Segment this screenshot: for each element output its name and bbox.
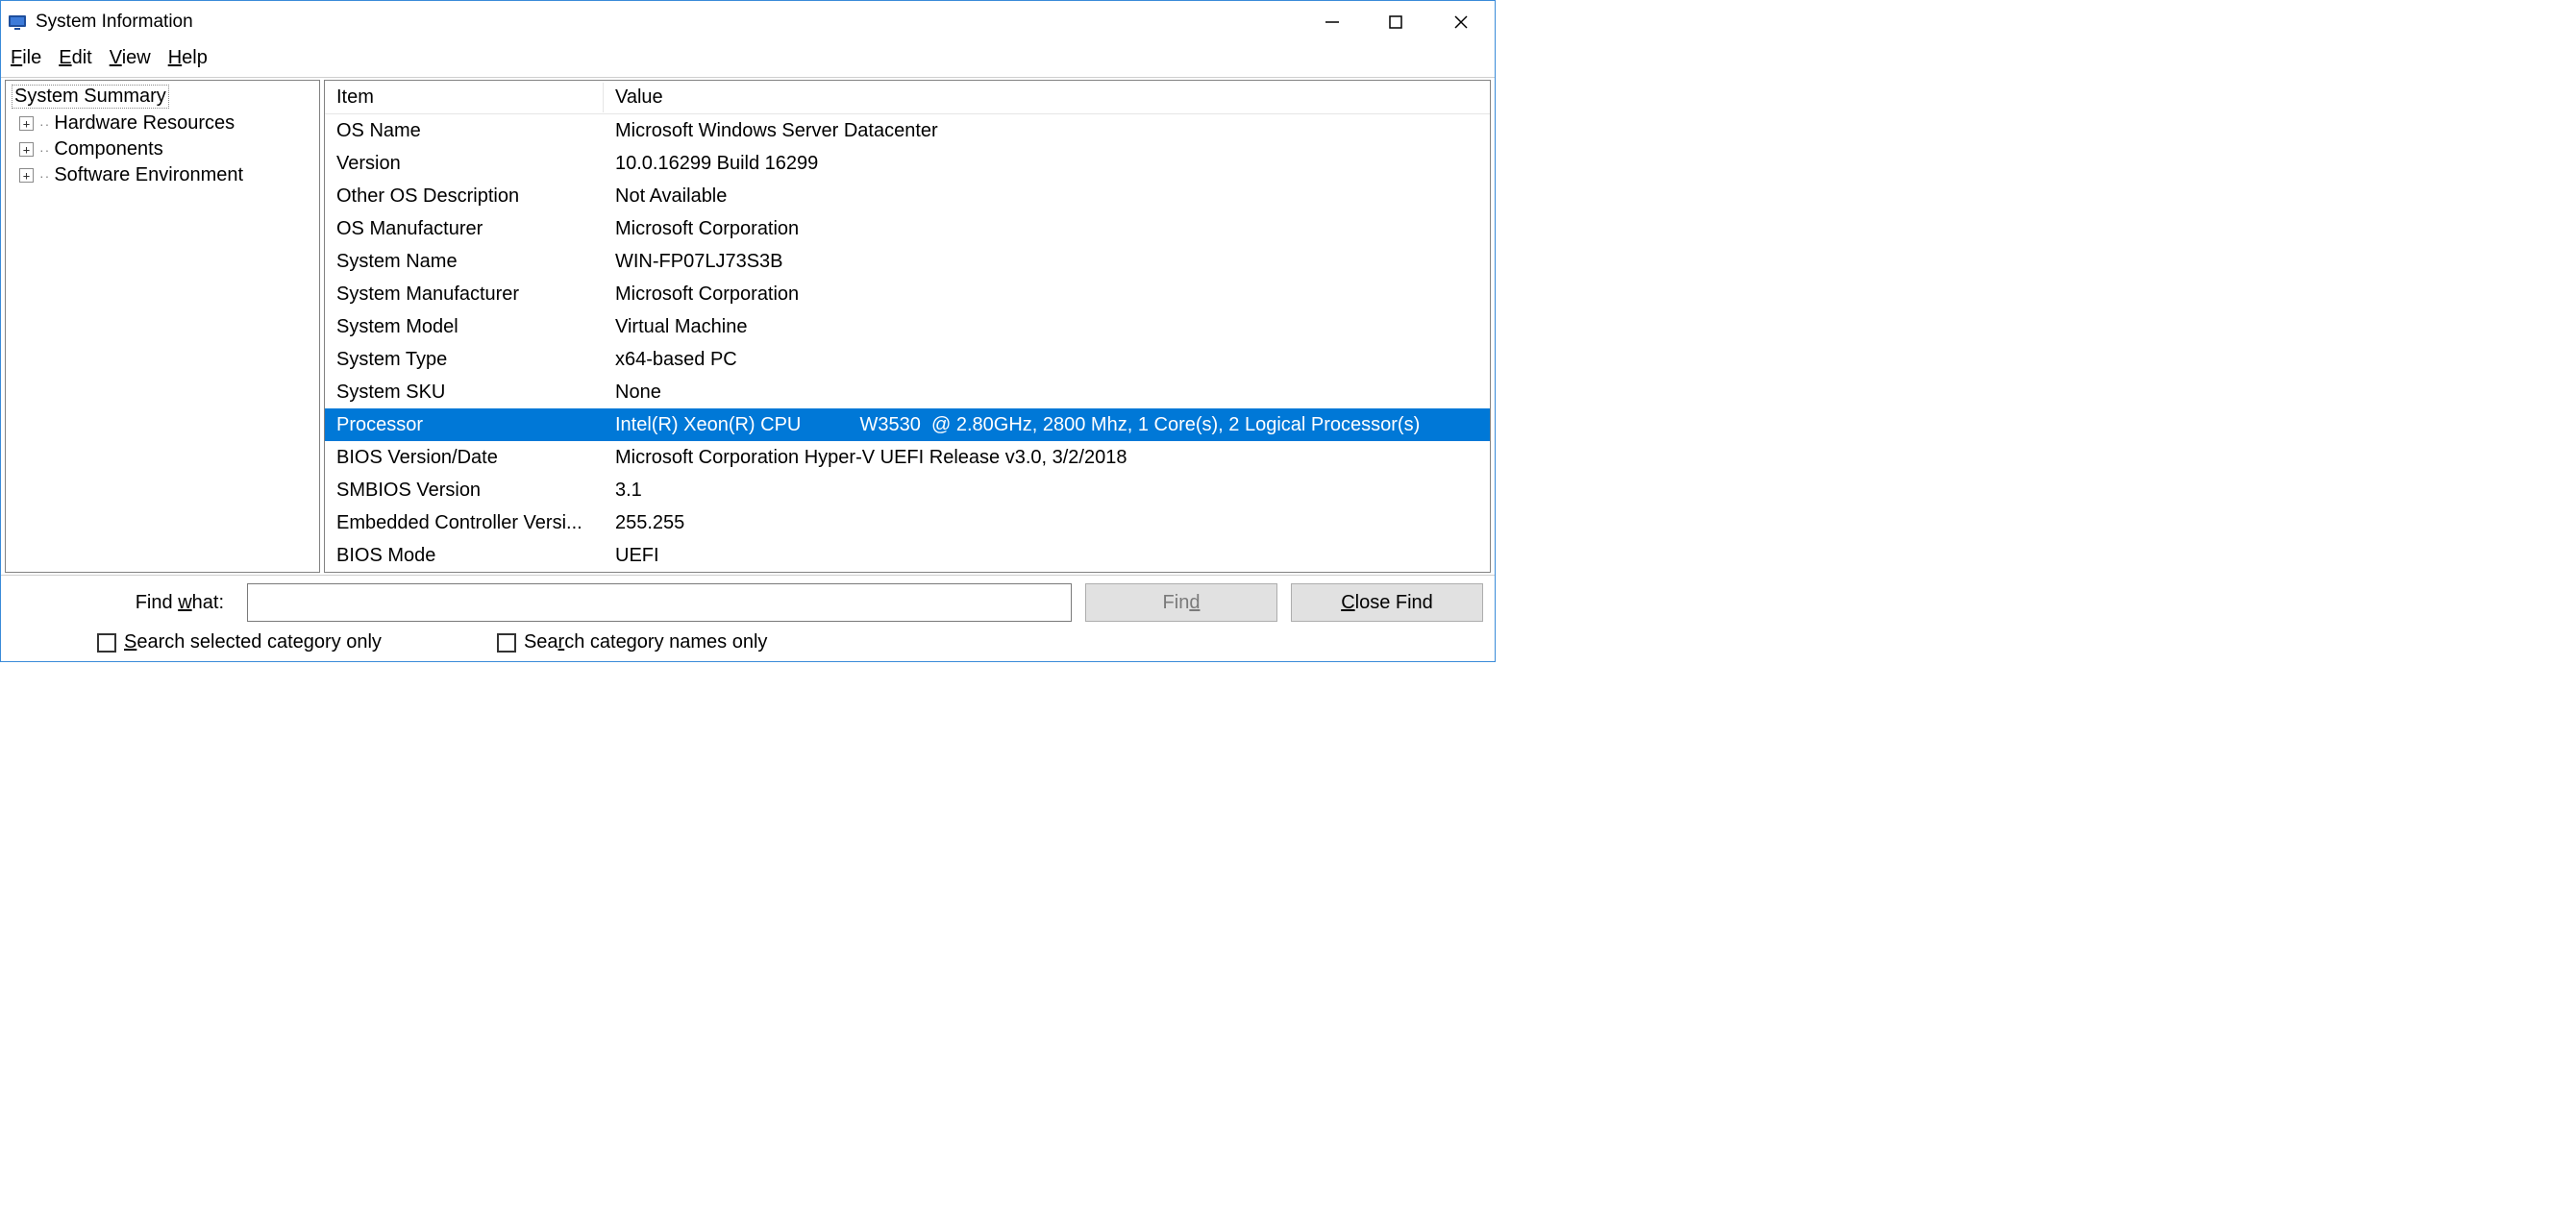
column-header-item[interactable]: Item <box>325 83 604 112</box>
window-controls <box>1300 1 1495 43</box>
menu-file[interactable]: File <box>11 47 41 69</box>
cell-item: System Model <box>325 316 604 338</box>
system-information-window: System Information File Edit View Help <box>0 0 1496 662</box>
cell-item: System Type <box>325 349 604 371</box>
cell-item: SMBIOS Version <box>325 480 604 502</box>
tree-root[interactable]: System Summary +··Hardware Resources+··C… <box>6 83 319 190</box>
menu-help-rest: elp <box>182 47 208 68</box>
find-label: Find what: <box>12 592 234 614</box>
cell-item: System SKU <box>325 382 604 404</box>
cell-item: Embedded Controller Versi... <box>325 512 604 534</box>
menu-file-rest: ile <box>22 47 41 68</box>
cell-value: Microsoft Corporation <box>604 218 1490 240</box>
tree-root-label: System Summary <box>12 85 169 109</box>
list-row[interactable]: Embedded Controller Versi...255.255 <box>325 506 1490 539</box>
menu-help[interactable]: Help <box>168 47 208 69</box>
list-row[interactable]: ProcessorIntel(R) Xeon(R) CPU W3530 @ 2.… <box>325 408 1490 441</box>
cell-value: None <box>604 382 1490 404</box>
cell-value: WIN-FP07LJ73S3B <box>604 251 1490 273</box>
list-body[interactable]: OS NameMicrosoft Windows Server Datacent… <box>325 114 1490 572</box>
menu-edit-rest: dit <box>72 47 92 68</box>
category-tree[interactable]: System Summary +··Hardware Resources+··C… <box>5 80 320 573</box>
cell-value: Not Available <box>604 185 1490 208</box>
list-row[interactable]: System ModelVirtual Machine <box>325 310 1490 343</box>
cell-item: System Name <box>325 251 604 273</box>
cell-value: 3.1 <box>604 480 1490 502</box>
menu-edit[interactable]: Edit <box>59 47 91 69</box>
list-row[interactable]: BIOS Version/DateMicrosoft Corporation H… <box>325 441 1490 474</box>
cell-value: Microsoft Corporation Hyper-V UEFI Relea… <box>604 447 1490 469</box>
cell-value: Microsoft Windows Server Datacenter <box>604 120 1490 142</box>
close-find-button[interactable]: Close Find <box>1291 583 1483 622</box>
tree-connector: ·· <box>39 168 50 184</box>
cell-value: 255.255 <box>604 512 1490 534</box>
search-names-checkbox[interactable]: Search category names only <box>497 631 768 653</box>
cell-item: Version <box>325 153 604 175</box>
search-selected-checkbox[interactable]: Search selected category only <box>97 631 382 653</box>
find-bar: Find what: Find Close Find Search select… <box>1 575 1495 661</box>
app-icon <box>7 12 28 33</box>
tree-node-label: Hardware Resources <box>54 112 235 135</box>
list-row[interactable]: SMBIOS Version3.1 <box>325 474 1490 506</box>
maximize-button[interactable] <box>1364 1 1427 43</box>
minimize-button[interactable] <box>1300 1 1364 43</box>
find-row: Find what: Find Close Find <box>12 583 1483 622</box>
list-row[interactable]: OS NameMicrosoft Windows Server Datacent… <box>325 114 1490 147</box>
expander-icon[interactable]: + <box>19 168 34 183</box>
tree-connector: ·· <box>39 142 50 158</box>
checkbox-icon <box>497 633 516 653</box>
find-button[interactable]: Find <box>1085 583 1277 622</box>
list-row[interactable]: BIOS ModeUEFI <box>325 539 1490 572</box>
tree-node[interactable]: + ··Components <box>19 136 313 162</box>
cell-value: x64-based PC <box>604 349 1490 371</box>
menubar: File Edit View Help <box>1 43 1495 77</box>
cell-item: Other OS Description <box>325 185 604 208</box>
menu-view[interactable]: View <box>110 47 151 69</box>
cell-item: OS Manufacturer <box>325 218 604 240</box>
expander-icon[interactable]: + <box>19 116 34 131</box>
cell-item: BIOS Mode <box>325 545 604 567</box>
cell-value: Intel(R) Xeon(R) CPU W3530 @ 2.80GHz, 28… <box>604 414 1490 436</box>
list-row[interactable]: System ManufacturerMicrosoft Corporation <box>325 278 1490 310</box>
tree-node-label: Components <box>54 138 162 160</box>
menu-view-rest: iew <box>122 47 151 68</box>
column-header-value[interactable]: Value <box>604 83 1490 112</box>
close-button[interactable] <box>1427 1 1495 43</box>
details-list: Item Value OS NameMicrosoft Windows Serv… <box>324 80 1491 573</box>
cell-item: BIOS Version/Date <box>325 447 604 469</box>
checkbox-icon <box>97 633 116 653</box>
tree-node[interactable]: + ··Software Environment <box>19 162 313 188</box>
find-input[interactable] <box>247 583 1072 622</box>
expander-icon[interactable]: + <box>19 142 34 157</box>
cell-value: Virtual Machine <box>604 316 1490 338</box>
list-row[interactable]: Other OS DescriptionNot Available <box>325 180 1490 212</box>
window-title: System Information <box>36 12 193 33</box>
cell-value: Microsoft Corporation <box>604 283 1490 306</box>
list-row[interactable]: System NameWIN-FP07LJ73S3B <box>325 245 1490 278</box>
cell-value: 10.0.16299 Build 16299 <box>604 153 1490 175</box>
cell-value: UEFI <box>604 545 1490 567</box>
list-row[interactable]: System Typex64-based PC <box>325 343 1490 376</box>
list-row[interactable]: Version10.0.16299 Build 16299 <box>325 147 1490 180</box>
cell-item: OS Name <box>325 120 604 142</box>
titlebar-left: System Information <box>7 12 193 33</box>
tree-children: +··Hardware Resources+··Components+··Sof… <box>12 111 313 188</box>
titlebar: System Information <box>1 1 1495 43</box>
list-header: Item Value <box>325 81 1490 114</box>
list-row[interactable]: System SKUNone <box>325 376 1490 408</box>
list-row[interactable]: OS ManufacturerMicrosoft Corporation <box>325 212 1490 245</box>
tree-node[interactable]: + ··Hardware Resources <box>19 111 313 136</box>
client-area: System Summary +··Hardware Resources+··C… <box>1 77 1495 575</box>
cell-item: System Manufacturer <box>325 283 604 306</box>
tree-node-label: Software Environment <box>54 164 243 186</box>
cell-item: Processor <box>325 414 604 436</box>
find-options: Search selected category only Search cat… <box>12 631 1483 653</box>
tree-connector: ·· <box>39 116 50 132</box>
